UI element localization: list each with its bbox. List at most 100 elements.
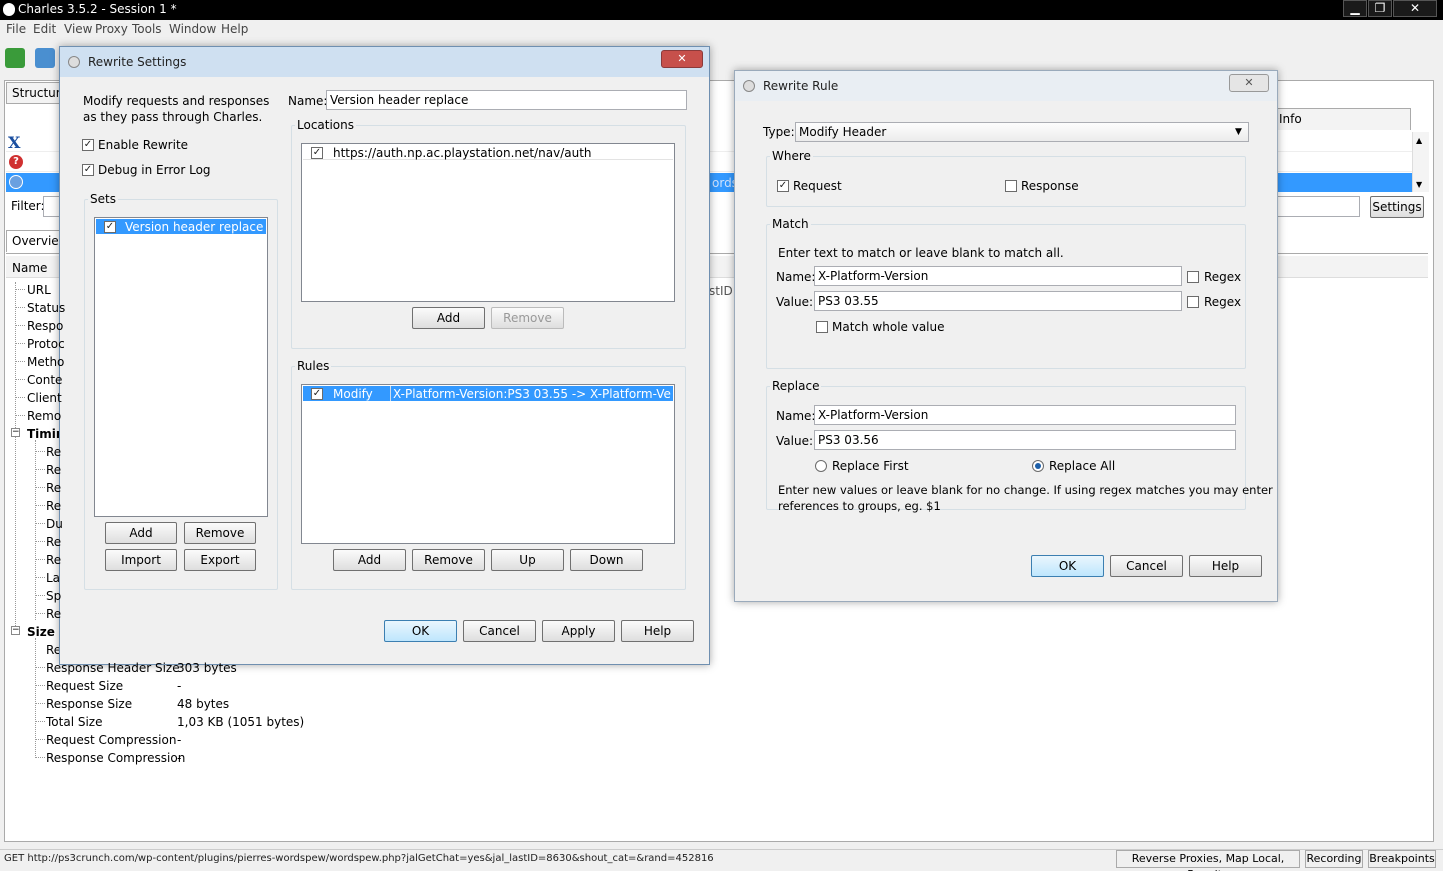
menu-file[interactable]: File	[6, 22, 26, 36]
collapse-size-icon[interactable]: −	[11, 626, 20, 635]
debug-log-checkbox[interactable]: ✓	[82, 164, 94, 176]
remove-location-button[interactable]: Remove	[491, 307, 564, 329]
add-set-button[interactable]: Add	[105, 522, 177, 544]
timing-item[interactable]: Re	[46, 463, 61, 477]
minimize-icon[interactable]: ▁	[1343, 0, 1367, 17]
collapse-timing-icon[interactable]: −	[11, 428, 20, 437]
timing-item[interactable]: Re	[46, 481, 61, 495]
chevron-down-icon[interactable]: ▼	[1235, 127, 1242, 137]
request-checkbox[interactable]: ✓	[777, 180, 789, 192]
timing-item[interactable]: Re	[46, 535, 61, 549]
tree-item[interactable]: Respo	[27, 319, 63, 333]
rule-cancel-button[interactable]: Cancel	[1110, 555, 1183, 577]
close-icon[interactable]: ✕	[1229, 74, 1269, 92]
open-session-icon[interactable]	[35, 48, 55, 68]
size-row-name[interactable]: Response Header Size	[46, 661, 180, 675]
set-name-input[interactable]: Version header replace	[326, 90, 687, 110]
tree-item[interactable]: Status	[27, 301, 65, 315]
match-name-input[interactable]: X-Platform-Version	[814, 266, 1182, 286]
rule-type: Modify	[333, 387, 373, 401]
tab-overview[interactable]: Overview	[6, 230, 69, 252]
replace-name-label: Name:	[776, 409, 816, 423]
tree-item[interactable]: Client	[27, 391, 62, 405]
cancel-button[interactable]: Cancel	[463, 620, 536, 642]
replace-first-radio[interactable]	[815, 460, 827, 472]
tree-item[interactable]: URL	[27, 283, 51, 297]
size-row-name[interactable]: Response Size	[46, 697, 132, 711]
new-session-icon[interactable]	[5, 48, 25, 68]
timing-item[interactable]: Re	[46, 445, 61, 459]
rule-help-button[interactable]: Help	[1189, 555, 1262, 577]
scroll-down-icon[interactable]: ▼	[1416, 180, 1422, 189]
recording-status[interactable]: Recording	[1305, 850, 1363, 868]
tree-item[interactable]: Remo	[27, 409, 61, 423]
settings-button[interactable]: Settings	[1370, 196, 1424, 218]
tree-item[interactable]: Protoc	[27, 337, 65, 351]
timing-item[interactable]: Re	[46, 553, 61, 567]
move-down-button[interactable]: Down	[570, 549, 643, 571]
scroll-up-icon[interactable]: ▲	[1416, 136, 1422, 145]
enable-rewrite-checkbox[interactable]: ✓	[82, 139, 94, 151]
replace-name-input[interactable]: X-Platform-Version	[814, 405, 1236, 425]
timing-item[interactable]: La	[46, 571, 60, 585]
help-button[interactable]: Help	[621, 620, 694, 642]
location-checkbox[interactable]: ✓	[311, 147, 323, 159]
menu-tools[interactable]: Tools	[132, 22, 162, 36]
remove-set-button[interactable]: Remove	[184, 522, 256, 544]
replace-hint-2: references to groups, eg. $1	[778, 499, 941, 513]
tree-connector	[16, 307, 25, 308]
rule-checkbox[interactable]: ✓	[311, 388, 323, 400]
locations-list[interactable]	[301, 143, 675, 302]
restore-icon[interactable]: ❐	[1368, 0, 1392, 17]
ok-button[interactable]: OK	[384, 620, 457, 642]
replace-value-input[interactable]: PS3 03.56	[814, 430, 1236, 450]
reverse-proxies-status[interactable]: Reverse Proxies, Map Local, Rewrite	[1116, 850, 1300, 871]
rule-ok-button[interactable]: OK	[1031, 555, 1104, 577]
timing-item[interactable]: Re	[46, 607, 61, 621]
breakpoints-status[interactable]: Breakpoints	[1368, 850, 1436, 868]
match-whole-checkbox[interactable]	[816, 321, 828, 333]
value-regex-checkbox[interactable]	[1187, 296, 1199, 308]
size-row-value: 48 bytes	[177, 697, 230, 711]
menu-window[interactable]: Window	[169, 22, 216, 36]
name-regex-checkbox[interactable]	[1187, 271, 1199, 283]
size-row-name[interactable]: Request Compression	[46, 733, 176, 747]
apply-button[interactable]: Apply	[542, 620, 615, 642]
close-icon[interactable]: ✕	[1393, 0, 1437, 17]
move-up-button[interactable]: Up	[491, 549, 564, 571]
tree-connector	[16, 415, 25, 416]
size-row-name[interactable]: Request Size	[46, 679, 123, 693]
menu-help[interactable]: Help	[221, 22, 248, 36]
filter-input-right[interactable]	[1270, 196, 1360, 217]
set-checkbox[interactable]: ✓	[104, 221, 116, 233]
size-node[interactable]: Size	[27, 625, 55, 639]
export-button[interactable]: Export	[184, 549, 256, 571]
add-location-button[interactable]: Add	[412, 307, 485, 329]
replace-all-radio[interactable]	[1032, 460, 1044, 472]
timing-item[interactable]: Sp	[46, 589, 61, 603]
type-select[interactable]: Modify Header	[795, 122, 1249, 142]
rules-list[interactable]	[301, 384, 675, 544]
match-value-input[interactable]: PS3 03.55	[814, 291, 1182, 311]
menu-view[interactable]: View	[64, 22, 92, 36]
tab-info[interactable]: Info	[1273, 108, 1411, 130]
tree-item[interactable]: Conte	[27, 373, 62, 387]
add-rule-button[interactable]: Add	[333, 549, 406, 571]
menu-edit[interactable]: Edit	[33, 22, 56, 36]
sets-list[interactable]	[94, 217, 268, 517]
dialog-title: Rewrite Rule	[763, 79, 839, 93]
size-row-name[interactable]: Total Size	[46, 715, 102, 729]
close-icon[interactable]: ✕	[661, 50, 703, 68]
value-regex-label: Regex	[1204, 295, 1242, 309]
menu-proxy[interactable]: Proxy	[95, 22, 128, 36]
timing-item[interactable]: Du	[46, 517, 63, 531]
timing-item[interactable]: Re	[46, 499, 61, 513]
response-checkbox[interactable]	[1005, 180, 1017, 192]
remove-rule-button[interactable]: Remove	[412, 549, 485, 571]
tree-item[interactable]: Metho	[27, 355, 64, 369]
tab-structure[interactable]: Structure	[6, 82, 68, 104]
size-row-name[interactable]: Response Compression	[46, 751, 185, 765]
replace-label: Replace	[770, 379, 822, 393]
import-button[interactable]: Import	[105, 549, 177, 571]
tree-line	[35, 440, 36, 620]
